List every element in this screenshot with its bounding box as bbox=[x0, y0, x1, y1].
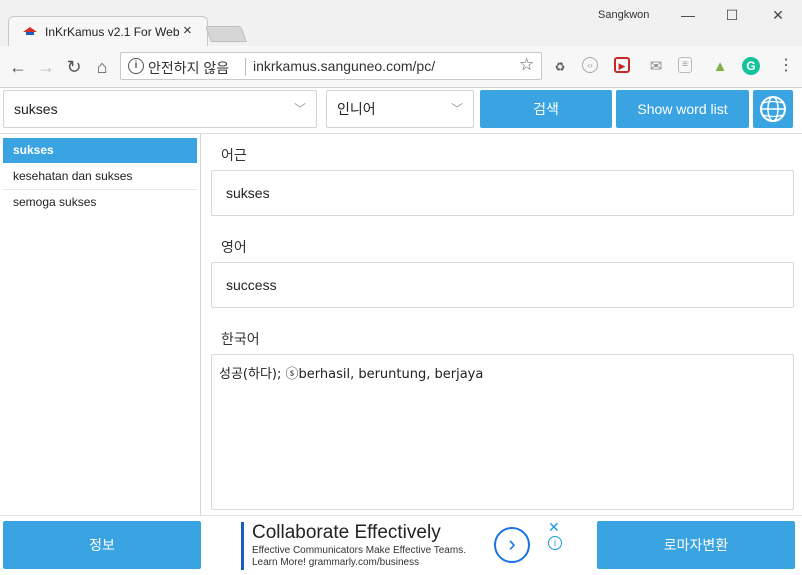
search-button[interactable]: 검색 bbox=[480, 90, 612, 128]
show-word-list-button[interactable]: Show word list bbox=[616, 90, 749, 128]
chevron-right-icon[interactable]: › bbox=[494, 527, 530, 563]
info-icon[interactable]: i bbox=[128, 58, 144, 74]
root-field[interactable]: sukses bbox=[211, 170, 794, 216]
ad-close-icon[interactable]: ✕ bbox=[548, 519, 560, 536]
globe-button[interactable] bbox=[753, 90, 793, 128]
omnibox-divider bbox=[245, 58, 246, 76]
recycle-extension-icon[interactable]: ♻ bbox=[550, 57, 570, 77]
word-list-item[interactable]: semoga sukses bbox=[3, 190, 197, 215]
word-combobox[interactable]: sukses ﹀ bbox=[3, 90, 317, 128]
grammarly-extension-icon[interactable]: G bbox=[742, 57, 760, 75]
tab-close-icon[interactable]: × bbox=[183, 22, 192, 39]
english-label: 영어 bbox=[221, 239, 247, 255]
romanize-button[interactable]: 로마자변환 bbox=[597, 521, 795, 569]
korean-textarea[interactable]: 성공(하다); ⓢberhasil, beruntung, berjaya bbox=[211, 354, 794, 510]
notes-extension-icon[interactable]: ≡ bbox=[678, 57, 692, 73]
minimize-button[interactable]: — bbox=[666, 4, 710, 26]
language-select[interactable]: 인니어 ﹀ bbox=[326, 90, 474, 128]
info-button[interactable]: 정보 bbox=[3, 521, 201, 569]
mail-extension-icon[interactable]: ✉ bbox=[646, 57, 666, 77]
ad-text: Effective Communicators Make Effective T… bbox=[252, 545, 466, 556]
url-text[interactable]: inkrkamus.sanguneo.com/pc/ bbox=[253, 58, 435, 74]
globe-icon bbox=[760, 96, 786, 122]
root-label: 어근 bbox=[221, 147, 247, 163]
browser-menu-icon[interactable]: ⋮ bbox=[776, 57, 796, 77]
security-label: 안전하지 않음 bbox=[148, 60, 230, 76]
ad-banner[interactable]: Collaborate Effectively Effective Commun… bbox=[241, 519, 567, 570]
word-input-value[interactable]: sukses bbox=[14, 101, 58, 117]
address-bar[interactable]: i 안전하지 않음 inkrkamus.sanguneo.com/pc/ ☆ bbox=[120, 52, 542, 80]
tab-title: InKrKamus v2.1 For Web bbox=[45, 25, 180, 39]
korean-label: 한국어 bbox=[221, 331, 260, 347]
reload-icon[interactable]: ↻ bbox=[62, 55, 86, 79]
media-extension-icon[interactable]: ▶ bbox=[614, 57, 630, 73]
english-field[interactable]: success bbox=[211, 262, 794, 308]
ad-info-icon[interactable]: i bbox=[548, 536, 562, 550]
browser-toolbar: ← → ↻ ⌂ i 안전하지 않음 inkrkamus.sanguneo.com… bbox=[0, 46, 802, 88]
chevron-down-icon[interactable]: ﹀ bbox=[451, 91, 463, 127]
profile-name[interactable]: Sangkwon bbox=[598, 9, 649, 21]
code-extension-icon[interactable]: ‹› bbox=[582, 57, 598, 73]
browser-tab[interactable]: InKrKamus v2.1 For Web × bbox=[8, 16, 208, 46]
ad-headline[interactable]: Collaborate Effectively bbox=[252, 522, 441, 544]
ad-link[interactable]: Learn More! grammarly.com/business bbox=[252, 557, 419, 568]
android-extension-icon[interactable]: ▲ bbox=[710, 57, 730, 77]
window-close-button[interactable]: ✕ bbox=[756, 4, 800, 26]
word-list-item[interactable]: kesehatan dan sukses bbox=[3, 164, 197, 189]
language-value[interactable]: 인니어 bbox=[337, 101, 376, 117]
forward-arrow-icon[interactable]: → bbox=[34, 55, 58, 79]
site-favicon-icon bbox=[23, 27, 37, 35]
chevron-down-icon[interactable]: ﹀ bbox=[294, 91, 306, 127]
bookmark-star-icon[interactable]: ☆ bbox=[519, 55, 534, 75]
word-list-item[interactable]: sukses bbox=[3, 138, 197, 163]
new-tab-button[interactable] bbox=[205, 26, 247, 42]
home-icon[interactable]: ⌂ bbox=[90, 55, 114, 79]
word-list-sidebar: sukses kesehatan dan sukses semoga sukse… bbox=[0, 134, 201, 515]
back-arrow-icon[interactable]: ← bbox=[6, 55, 30, 79]
browser-titlebar: InKrKamus v2.1 For Web × Sangkwon — ☐ ✕ bbox=[0, 0, 802, 46]
maximize-button[interactable]: ☐ bbox=[710, 4, 754, 26]
